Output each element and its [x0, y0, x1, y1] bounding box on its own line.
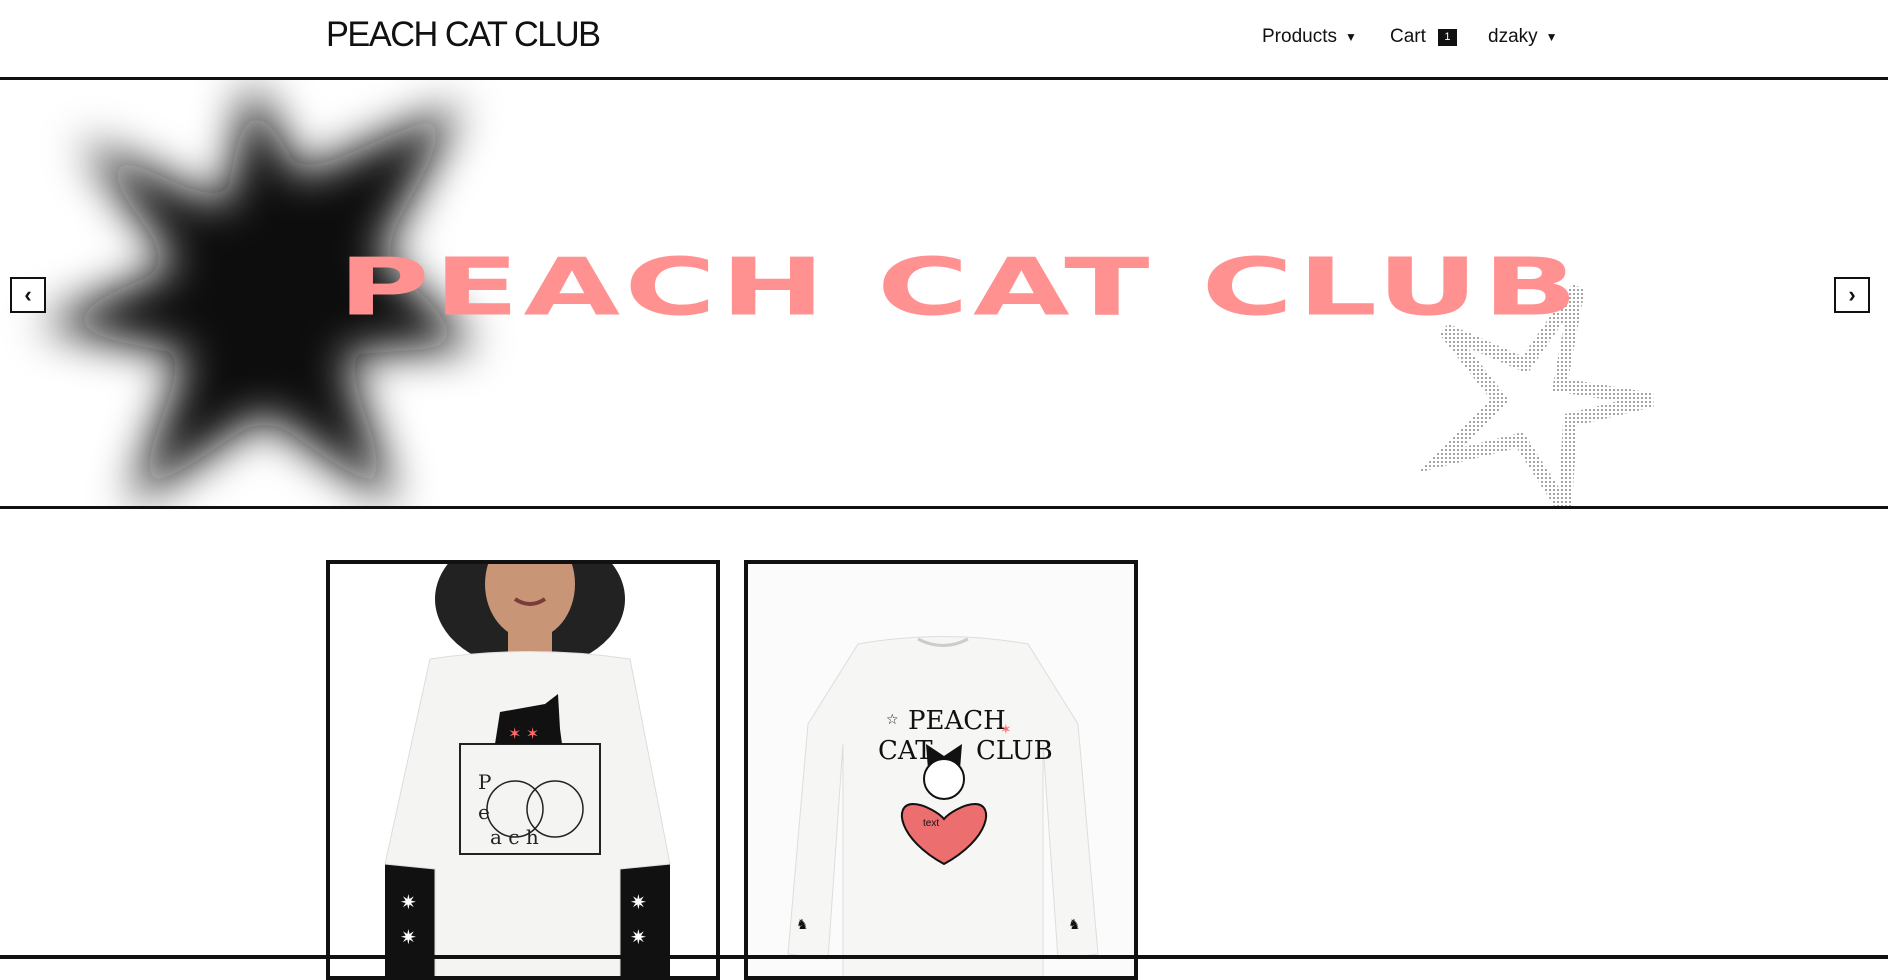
svg-text:✷: ✷: [630, 927, 647, 949]
hero-carousel: PEACH CAT CLUB ‹ ›: [0, 77, 1888, 509]
product-image-tshirt: ✷ ✷ ✷ ✷ ✶ ✶ P e a c h: [330, 564, 716, 976]
svg-text:♞: ♞: [796, 916, 809, 932]
product-card[interactable]: ✷ ✷ ✷ ✷ ✶ ✶ P e a c h: [326, 560, 720, 980]
svg-text:a c h: a c h: [490, 825, 539, 849]
svg-text:✶ ✶: ✶ ✶: [508, 726, 539, 743]
svg-text:CAT: CAT: [878, 736, 933, 766]
nav-products-label: Products: [1262, 26, 1337, 47]
chevron-right-icon: ›: [1848, 282, 1856, 307]
svg-text:♞: ♞: [1068, 916, 1081, 932]
product-image-longsleeve: PEACH CAT CLUB ☆ ✶ text ♞ ♞: [748, 564, 1134, 976]
svg-text:✶: ✶: [1000, 721, 1012, 737]
chevron-down-icon: ▼: [1344, 30, 1357, 44]
nav-cart-label: Cart: [1390, 26, 1426, 47]
svg-text:✷: ✷: [630, 892, 647, 914]
chevron-left-icon: ‹: [24, 282, 32, 307]
page-bottom-border: [0, 955, 1888, 959]
cart-count-badge: 1: [1437, 28, 1457, 46]
nav-products[interactable]: Products ▼: [1262, 26, 1357, 48]
svg-text:✷: ✷: [400, 892, 417, 914]
site-header: PEACH CAT CLUB Products ▼ Cart 1 dzaky ▼: [0, 0, 1888, 77]
site-logo[interactable]: PEACH CAT CLUB: [326, 15, 601, 55]
nav-user[interactable]: dzaky ▼: [1488, 26, 1558, 48]
svg-text:e: e: [478, 800, 490, 824]
carousel-prev-button[interactable]: ‹: [10, 277, 46, 313]
svg-text:CLUB: CLUB: [976, 736, 1053, 766]
nav-user-label: dzaky: [1488, 26, 1538, 47]
svg-text:PEACH: PEACH: [908, 706, 1006, 736]
product-card[interactable]: PEACH CAT CLUB ☆ ✶ text ♞ ♞: [744, 560, 1138, 980]
hero-title: PEACH CAT CLUB: [338, 240, 1583, 334]
svg-text:✷: ✷: [400, 927, 417, 949]
carousel-next-button[interactable]: ›: [1834, 277, 1870, 313]
svg-text:☆: ☆: [886, 711, 899, 727]
nav-cart[interactable]: Cart 1: [1390, 26, 1457, 48]
svg-text:text: text: [923, 818, 939, 829]
chevron-down-icon: ▼: [1545, 30, 1558, 44]
svg-text:P: P: [478, 770, 491, 794]
